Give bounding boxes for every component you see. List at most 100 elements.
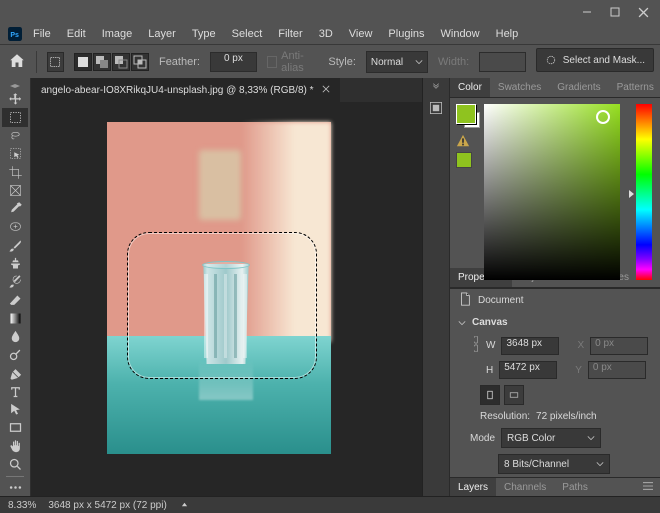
properties-panel: Document Canvas W 3648 px X 0 px H 5472 … (450, 288, 660, 477)
menu-type[interactable]: Type (185, 26, 223, 42)
canvas-height-input[interactable]: 5472 px (499, 361, 557, 379)
toolbar-grip-icon[interactable] (8, 80, 22, 88)
resolution-label: Resolution: (480, 411, 530, 422)
healing-brush-tool[interactable] (2, 218, 28, 236)
status-chevron-icon[interactable] (181, 500, 188, 511)
x-label: X (577, 340, 584, 351)
tool-column (0, 78, 31, 497)
new-selection-icon[interactable] (74, 53, 92, 71)
blur-tool[interactable] (2, 327, 28, 345)
document-tab-title: angelo-abear-IO8XRikqJU4-unsplash.jpg @ … (41, 85, 314, 96)
menu-layer[interactable]: Layer (141, 26, 183, 42)
svg-text:Ps: Ps (10, 32, 19, 39)
zoom-tool[interactable] (2, 455, 28, 473)
color-mode-select[interactable]: RGB Color (501, 428, 601, 448)
menu-image[interactable]: Image (95, 26, 140, 42)
tool-preset-picker[interactable] (47, 52, 64, 72)
object-selection-tool[interactable] (2, 145, 28, 163)
menu-filter[interactable]: Filter (271, 26, 309, 42)
width-label: W (486, 340, 495, 351)
orientation-landscape-button[interactable] (504, 385, 524, 405)
zoom-level[interactable]: 8.33% (8, 500, 36, 511)
expand-strip-icon[interactable] (431, 82, 441, 94)
home-button[interactable] (8, 52, 26, 73)
intersect-selection-icon[interactable] (131, 53, 149, 71)
edit-toolbar[interactable] (2, 479, 28, 497)
lasso-tool[interactable] (2, 127, 28, 145)
canvas-width-input[interactable]: 3648 px (501, 337, 559, 355)
hue-slider[interactable] (636, 104, 652, 280)
style-label: Style: (328, 56, 356, 68)
antialias-checkbox: Anti-alias (267, 50, 318, 74)
history-panel-icon[interactable] (428, 100, 444, 119)
saturation-brightness-field[interactable] (484, 104, 620, 280)
menu-3d[interactable]: 3D (312, 26, 340, 42)
clone-stamp-tool[interactable] (2, 254, 28, 272)
menu-select[interactable]: Select (225, 26, 270, 42)
panel-menu-icon[interactable] (636, 481, 660, 494)
maximize-button[interactable] (602, 2, 628, 22)
tab-swatches[interactable]: Swatches (490, 78, 549, 97)
menu-window[interactable]: Window (434, 26, 487, 42)
bit-depth-select[interactable]: 8 Bits/Channel (498, 454, 610, 474)
dodge-tool[interactable] (2, 346, 28, 364)
add-to-selection-icon[interactable] (93, 53, 111, 71)
menu-edit[interactable]: Edit (60, 26, 93, 42)
gamut-warning-icon[interactable] (456, 134, 470, 148)
tab-color[interactable]: Color (450, 78, 490, 97)
history-brush-tool[interactable] (2, 273, 28, 291)
foreground-swatch[interactable] (456, 104, 476, 124)
mode-label: Mode (470, 433, 495, 444)
select-and-mask-button[interactable]: Select and Mask... (536, 48, 654, 72)
tab-paths[interactable]: Paths (554, 478, 596, 497)
menu-file[interactable]: File (26, 26, 58, 42)
nearest-web-swatch[interactable] (456, 152, 472, 168)
feather-label: Feather: (159, 56, 200, 68)
rectangular-marquee-tool[interactable] (2, 108, 28, 126)
document-tab[interactable]: angelo-abear-IO8XRikqJU4-unsplash.jpg @ … (31, 78, 340, 102)
color-cursor-icon (596, 110, 610, 124)
link-wh-icon[interactable] (472, 336, 480, 355)
height-label: H (486, 365, 493, 376)
move-tool[interactable] (2, 90, 28, 108)
y-label: Y (575, 365, 582, 376)
tab-layers[interactable]: Layers (450, 478, 496, 497)
canvas-area: angelo-abear-IO8XRikqJU4-unsplash.jpg @ … (31, 78, 422, 497)
frame-tool[interactable] (2, 181, 28, 199)
tab-gradients[interactable]: Gradients (549, 78, 608, 97)
subtract-from-selection-icon[interactable] (112, 53, 130, 71)
rectangle-tool[interactable] (2, 419, 28, 437)
close-tab-icon[interactable] (322, 85, 330, 96)
hand-tool[interactable] (2, 437, 28, 455)
type-tool[interactable] (2, 382, 28, 400)
orientation-portrait-button[interactable] (480, 385, 500, 405)
selection-mode-group (74, 53, 149, 71)
document-icon (458, 292, 472, 309)
menu-view[interactable]: View (342, 26, 380, 42)
gradient-tool[interactable] (2, 309, 28, 327)
eraser-tool[interactable] (2, 291, 28, 309)
brush-tool[interactable] (2, 236, 28, 254)
color-panel-tabs: Color Swatches Gradients Patterns (450, 78, 660, 98)
style-select[interactable]: Normal (366, 51, 428, 73)
tab-channels[interactable]: Channels (496, 478, 554, 497)
menu-plugins[interactable]: Plugins (381, 26, 431, 42)
chevron-down-icon[interactable] (458, 319, 466, 327)
document-label: Document (478, 295, 524, 306)
canvas-section-label: Canvas (472, 317, 508, 328)
canvas-viewport[interactable] (31, 102, 422, 497)
resolution-value: 72 pixels/inch (536, 411, 597, 422)
window-titlebar (0, 0, 660, 24)
glass-object (199, 264, 253, 364)
tab-patterns[interactable]: Patterns (609, 78, 660, 97)
eyedropper-tool[interactable] (2, 200, 28, 218)
crop-tool[interactable] (2, 163, 28, 181)
image-artboard (107, 122, 331, 454)
path-selection-tool[interactable] (2, 401, 28, 419)
feather-input[interactable]: 0 px (210, 52, 257, 72)
hue-slider-thumb-icon (629, 190, 634, 198)
close-button[interactable] (630, 2, 656, 22)
minimize-button[interactable] (574, 2, 600, 22)
menu-help[interactable]: Help (489, 26, 526, 42)
pen-tool[interactable] (2, 364, 28, 382)
